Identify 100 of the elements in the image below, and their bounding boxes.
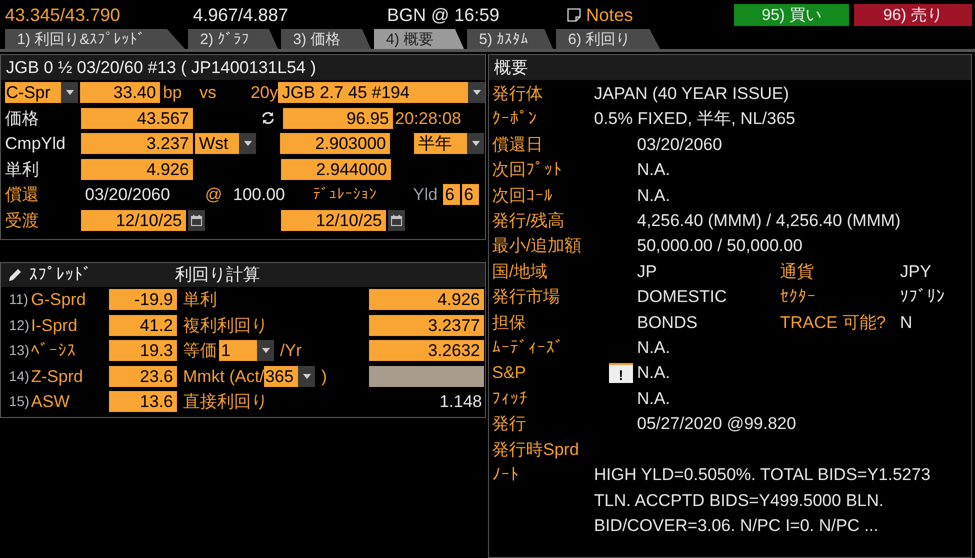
field-value: N.A. [637,388,670,410]
bid-ask-price: 43.345/43.790 [5,4,122,26]
input-field[interactable]: 33.40 [80,82,160,104]
unit-label: /Yr [279,340,302,362]
dropdown-button[interactable] [467,133,484,154]
field-label: 受渡 [5,210,40,232]
yield-type-select[interactable]: Wst [195,133,239,154]
calendar-icon [191,214,202,226]
calc-value[interactable]: 3.2377 [369,314,484,336]
calc-value[interactable]: 3.2632 [369,340,484,362]
field-value: 50,000.00 / 50,000.00 [637,235,802,258]
spread-type-select[interactable]: C-Spr [5,82,61,104]
tenor-label: 20y [250,82,278,104]
spread-value[interactable]: 23.6 [109,366,177,387]
section-title: 利回り計算 [175,264,260,286]
input-field[interactable]: 2.903000 [280,133,390,154]
note-text: HIGH YLD=0.5050%. TOTAL BIDS=Y1.5273 [594,464,930,486]
vs-label: vs [199,82,218,104]
duration-label: ﾃﾞｭﾚｰｼｮﾝ [313,184,378,204]
dropdown-button[interactable] [61,82,78,104]
tab[interactable]: 3) 価格 [281,29,371,49]
field-label: 最小/追加額 [492,235,583,258]
item-number: 12) [8,316,30,335]
redemption-price: 100.00 [233,184,286,206]
input-field[interactable]: 12/10/25 [281,210,386,231]
dropdown-button[interactable] [257,340,274,362]
spread-label: G-Sprd [31,289,87,311]
field-value: JPY [900,260,932,283]
spread-label: Z-Sprd [31,366,84,388]
input-field[interactable]: 4.926 [81,158,193,180]
empty-field[interactable] [369,366,484,387]
refresh-icon [261,111,275,126]
input-field[interactable]: 6 [462,184,479,206]
tab[interactable]: 2) ｸﾞﾗﾌ [188,29,278,49]
frequency-select[interactable]: 半年 [414,133,467,154]
dropdown-button[interactable] [239,133,256,154]
field-label: 発行/残高 [492,210,566,232]
buy-button[interactable]: 95) 買い [734,4,849,26]
input-field[interactable]: 6 [443,184,460,206]
field-value: 05/27/2020 @99.820 [637,413,796,436]
spread-value[interactable]: 41.2 [109,314,177,336]
pencil-icon [7,267,23,283]
spread-label: ﾍﾞｰｼｽ [31,340,77,362]
item-number: 13) [8,341,30,360]
calc-label: 複利利回り [183,314,268,336]
spread-value[interactable]: 19.3 [109,340,177,362]
field-value: N.A. [637,159,670,182]
field-value: N.A. [637,184,670,207]
note-text: TLN. ACCPTD BIDS=Y499.5000 BLN. [594,490,885,512]
dropdown-icon [244,141,252,146]
field-label: CmpYld [5,133,66,155]
dropdown-button[interactable] [298,366,316,387]
input-field[interactable]: 12/10/25 [81,210,186,231]
section-title: ｽﾌﾟﾚｯﾄﾞ [29,264,93,286]
tab[interactable]: 4) 概要 [374,29,464,49]
input-field[interactable]: 96.95 [283,108,393,129]
input-field[interactable]: 43.567 [81,108,193,129]
timestamp: 20:28:08 [394,108,462,130]
maturity-date: 03/20/2060 [85,184,172,206]
item-number: 15) [8,392,30,412]
tab[interactable]: 5) ｶｽﾀﾑ [467,29,553,49]
field-label: 通貨 [780,260,815,283]
item-number: 11) [8,290,30,310]
input-field[interactable]: 3.237 [81,133,193,154]
field-value: N.A. [637,362,670,384]
field-label: 償還日 [492,134,544,156]
notes-button[interactable]: Notes [567,2,731,28]
warning-flag: ! [609,363,633,384]
tab[interactable]: 1) 利回り&ｽﾌﾟﾚｯﾄﾞ [5,29,185,49]
field-value: DOMESTIC [637,286,728,308]
unit-label: ) [320,366,327,388]
field-label: 担保 [492,312,527,334]
spread-label: I-Sprd [31,314,78,336]
calc-label: Mmkt (Act/ [183,366,264,388]
field-label: 価格 [5,108,40,130]
spread-value[interactable]: 13.6 [109,391,177,412]
dropdown-button[interactable] [468,82,485,104]
tab[interactable]: 6) 利回り [556,29,660,49]
calc-value[interactable]: 4.926 [369,289,484,310]
yld-label: Yld [413,184,439,206]
section-title: 概要 [489,55,971,80]
input-field[interactable]: 2.944000 [281,158,391,180]
select-field[interactable]: 1 [219,340,257,362]
calendar-button[interactable] [188,210,205,231]
field-label: 発行体 [492,83,544,105]
spread-value[interactable]: -19.9 [109,289,177,310]
select-field[interactable]: 365 [264,366,298,387]
at-label: @ [205,184,224,206]
field-label: 次回ｺｰﾙ [492,184,554,207]
calendar-button[interactable] [388,210,405,231]
sell-button[interactable]: 96) 売り [854,4,972,26]
dropdown-icon [472,90,480,96]
field-label: 次回ﾌﾟｯﾄ [492,159,563,182]
dropdown-icon [262,348,270,354]
field-value: BONDS [637,312,698,334]
pricing-source: BGN @ 16:59 [387,4,500,26]
dropdown-icon [66,90,74,96]
calc-label: 等価 [183,340,217,362]
benchmark-select[interactable]: JGB 2.7 45 #194 [278,82,468,104]
field-label: 発行市場 [492,286,561,308]
